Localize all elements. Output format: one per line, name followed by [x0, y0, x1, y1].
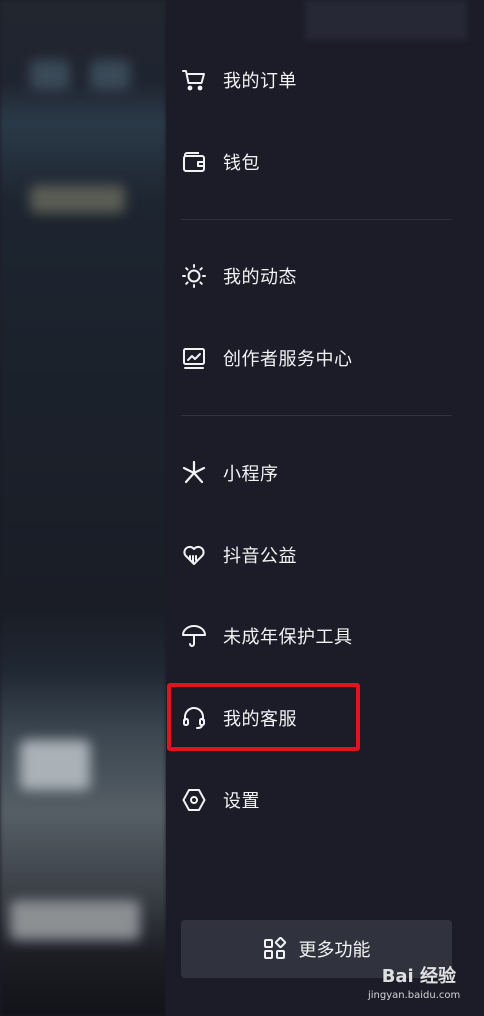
asterisk-icon	[180, 459, 208, 487]
status-bar-area	[305, 0, 467, 40]
menu-item-label: 抖音公益	[223, 546, 297, 567]
wallet-icon	[180, 148, 208, 176]
cart-icon	[180, 66, 208, 94]
menu-item-label: 我的客服	[223, 709, 297, 730]
background-blur-block	[30, 60, 70, 90]
menu-item-minor-protection[interactable]: 未成年保护工具	[166, 606, 484, 666]
menu-item-label: 设置	[223, 791, 260, 812]
background-blur-block	[30, 185, 125, 213]
menu-item-settings[interactable]: 设置	[166, 770, 484, 830]
heart-icon	[180, 541, 208, 569]
hexagon-settings-icon	[180, 786, 208, 814]
umbrella-icon	[180, 622, 208, 650]
menu-item-label: 未成年保护工具	[223, 627, 353, 648]
menu-item-my-posts[interactable]: 我的动态	[166, 246, 484, 306]
divider	[181, 415, 452, 416]
monitor-chart-icon	[180, 344, 208, 372]
background-app	[0, 0, 166, 1016]
menu-item-label: 小程序	[223, 464, 279, 485]
menu-item-customer-service[interactable]: 我的客服	[166, 688, 484, 748]
background-blur-block	[10, 900, 140, 940]
menu-item-my-orders[interactable]: 我的订单	[166, 50, 484, 110]
background-blur-block	[90, 60, 130, 90]
headset-icon	[180, 704, 208, 732]
sun-icon	[180, 262, 208, 290]
menu-item-label: 创作者服务中心	[223, 349, 353, 370]
menu-item-mini-programs[interactable]: 小程序	[166, 443, 484, 503]
menu-item-label: 我的动态	[223, 267, 297, 288]
menu-item-charity[interactable]: 抖音公益	[166, 525, 484, 585]
watermark-url: jingyan.baidu.com	[368, 990, 461, 1001]
more-features-label: 更多功能	[298, 940, 371, 961]
menu-item-label: 我的订单	[223, 71, 297, 92]
menu-item-wallet[interactable]: 钱包	[166, 132, 484, 192]
baidu-watermark: Bai 经验	[381, 966, 456, 987]
background-blur-block	[20, 740, 90, 790]
menu-item-creator-center[interactable]: 创作者服务中心	[166, 328, 484, 388]
menu-item-label: 钱包	[223, 153, 260, 174]
grid-icon	[263, 937, 287, 961]
divider	[181, 219, 452, 220]
